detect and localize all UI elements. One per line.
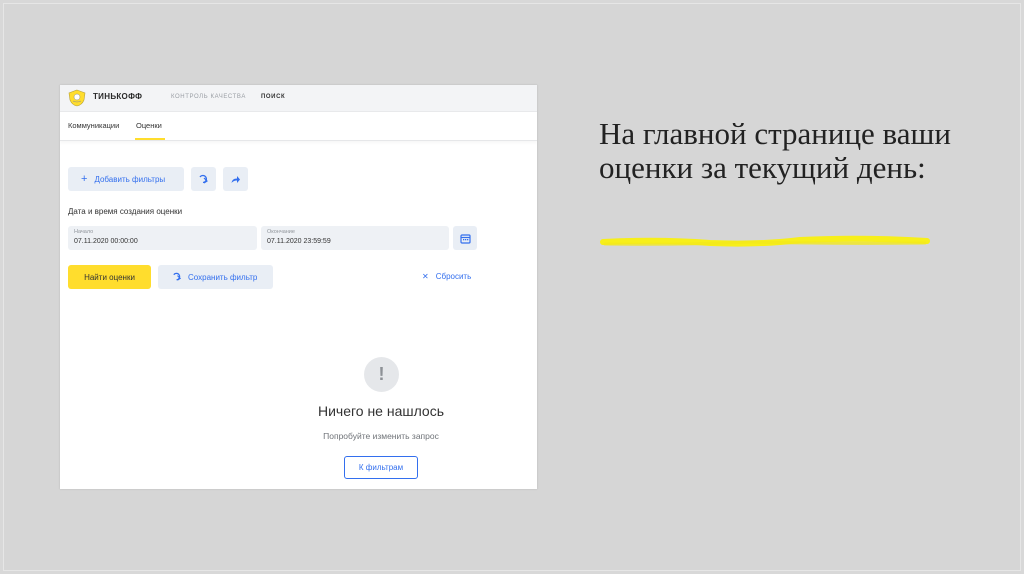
empty-state-subtitle: Попробуйте изменить запрос bbox=[323, 431, 439, 441]
tab-bar: Коммуникации Оценки bbox=[60, 112, 537, 141]
find-ratings-button[interactable]: Найти оценки bbox=[68, 265, 151, 289]
start-date-caption: Начало bbox=[74, 229, 94, 235]
save-filter-icon bbox=[173, 272, 182, 281]
tinkoff-logo-icon[interactable] bbox=[67, 89, 87, 107]
tab-ratings[interactable]: Оценки bbox=[136, 121, 162, 130]
calendar-icon bbox=[459, 233, 471, 244]
start-date-field[interactable]: Начало 07.11.2020 00:00:00 bbox=[68, 226, 257, 250]
nav-quality-control[interactable]: КОНТРОЛЬ КАЧЕСТВА bbox=[171, 94, 246, 100]
end-date-value: 07.11.2020 23:59:59 bbox=[267, 238, 331, 245]
end-date-field[interactable]: Окончание 07.11.2020 23:59:59 bbox=[261, 226, 449, 250]
top-nav-bar: ТИНЬКОФФ КОНТРОЛЬ КАЧЕСТВА ПОИСК bbox=[60, 85, 537, 112]
reset-label: Сбросить bbox=[435, 272, 472, 281]
share-button[interactable] bbox=[223, 167, 248, 191]
warning-icon: ! bbox=[364, 357, 399, 392]
filter-bookmark-icon bbox=[199, 174, 208, 183]
add-filters-label: Добавить фильтры bbox=[94, 174, 166, 184]
empty-state-title: Ничего не нашлось bbox=[317, 403, 445, 419]
reset-button[interactable]: ✕ Сбросить bbox=[422, 272, 471, 281]
date-section-label: Дата и время создания оценки bbox=[68, 207, 183, 216]
slide-heading: На главной странице ваши оценки за текущ… bbox=[599, 116, 952, 185]
nav-search[interactable]: ПОИСК bbox=[261, 94, 285, 100]
highlighter-stroke bbox=[600, 235, 930, 247]
end-date-caption: Окончание bbox=[267, 229, 295, 235]
active-tab-indicator bbox=[135, 138, 165, 140]
close-icon: ✕ bbox=[422, 272, 429, 281]
save-filter-button[interactable]: Сохранить фильтр bbox=[158, 265, 273, 289]
app-screenshot: ТИНЬКОФФ КОНТРОЛЬ КАЧЕСТВА ПОИСК Коммуни… bbox=[60, 85, 537, 489]
plus-icon: + bbox=[81, 172, 88, 185]
share-arrow-icon bbox=[231, 175, 240, 183]
brand-name: ТИНЬКОФФ bbox=[93, 92, 143, 101]
start-date-value: 07.11.2020 00:00:00 bbox=[74, 238, 138, 245]
to-filters-button[interactable]: К фильтрам bbox=[344, 456, 418, 479]
save-filter-label: Сохранить фильтр bbox=[188, 272, 258, 282]
add-filters-button[interactable]: + Добавить фильтры bbox=[68, 167, 184, 191]
tab-communications[interactable]: Коммуникации bbox=[68, 121, 119, 130]
quick-filter-button[interactable] bbox=[191, 167, 216, 191]
calendar-button[interactable] bbox=[453, 226, 477, 250]
